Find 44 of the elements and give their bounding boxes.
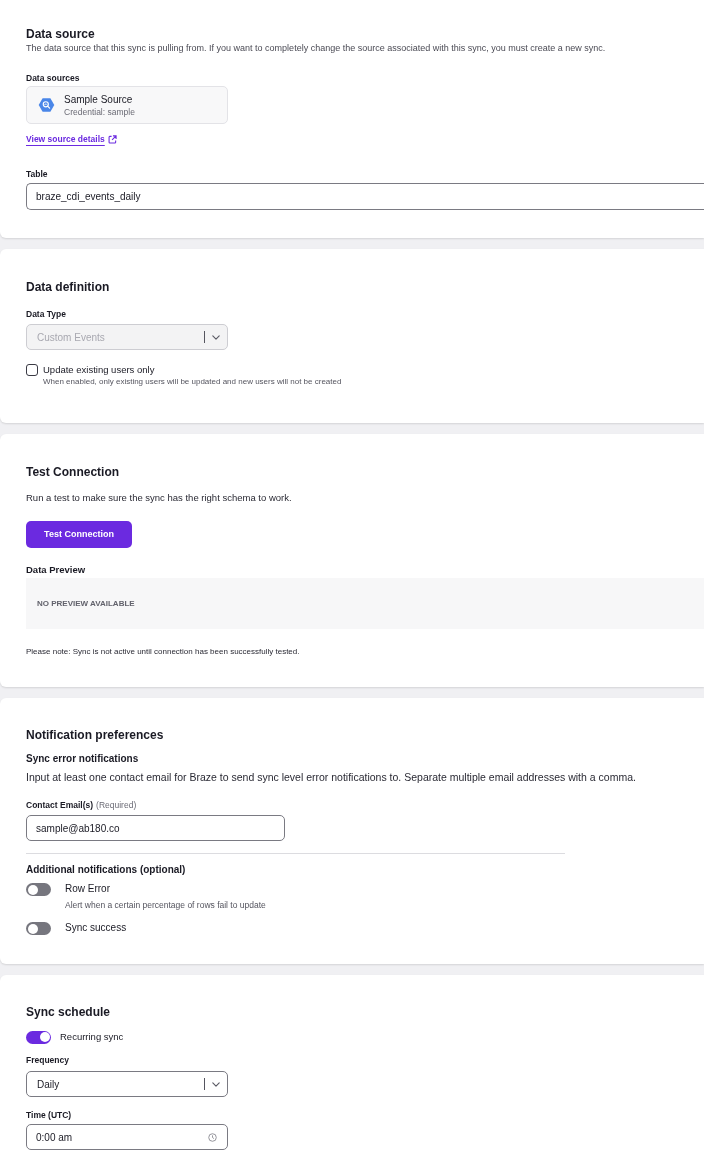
section-description: The data source that this sync is pulling from. If you want to completely change the source associated with this sync, you must create a new sync. xyxy=(26,42,606,54)
section-description: Run a test to make sure the sync has the right schema to work. xyxy=(26,492,292,504)
section-title: Data definition xyxy=(26,279,110,295)
toggle-hint: Alert when a certain percentage of rows fail to update xyxy=(65,900,266,911)
section-title: Data source xyxy=(26,26,95,42)
clock-icon xyxy=(208,1132,217,1142)
section-description: Input at least one contact email for Braze to send sync level error notifications to. Separate multiple email addresses with a comma. xyxy=(26,771,636,783)
subsection-title: Additional notifications (optional) xyxy=(26,863,186,877)
checkbox-hint: When enabled, only existing users will be updated and new users will not be created xyxy=(43,376,342,387)
empty-preview-message: NO PREVIEW AVAILABLE xyxy=(37,597,135,610)
time-field[interactable]: 0:00 am xyxy=(26,1124,228,1150)
field-label: Table xyxy=(26,168,48,180)
section-title: Sync schedule xyxy=(26,1004,111,1020)
field-label: Contact Email(s) xyxy=(26,799,94,811)
toggle-label: Sync success xyxy=(65,922,127,934)
email-field[interactable]: sample@ab180.co xyxy=(26,815,285,841)
field-label: Data sources xyxy=(26,72,80,84)
test-connection-button[interactable]: Test Connection xyxy=(26,521,132,548)
toggle-switch[interactable] xyxy=(26,922,51,935)
section-title: Notification preferences xyxy=(26,727,164,743)
checkbox-label: Update existing users only xyxy=(43,364,156,376)
chevron-down-icon xyxy=(212,334,220,340)
toggle-switch[interactable] xyxy=(26,883,51,896)
source-name: Sample Source xyxy=(64,92,134,106)
field-label: Data Preview xyxy=(26,564,86,576)
chevron-down-icon xyxy=(212,1081,220,1087)
toggle-switch[interactable] xyxy=(26,1030,51,1044)
required-note: (Required) xyxy=(96,799,137,811)
checkbox[interactable] xyxy=(26,364,38,376)
dropdown-select: Custom Events xyxy=(26,324,228,350)
toggle-label: Recurring sync xyxy=(60,1030,124,1044)
external-link-icon xyxy=(107,134,117,144)
field-label: Frequency xyxy=(26,1054,69,1066)
subsection-title: Sync error notifications xyxy=(26,752,139,766)
dropdown-select[interactable]: Daily xyxy=(26,1071,228,1097)
view-source-details-link[interactable]: View source details xyxy=(26,133,117,145)
note-text: Please note: Sync is not active until connection has been successfully tested. xyxy=(26,646,300,658)
field-label: Data Type xyxy=(26,308,66,320)
hexagon-search-icon xyxy=(38,97,55,113)
field-label: Time (UTC) xyxy=(26,1109,72,1121)
table-field[interactable]: braze_cdi_events_daily xyxy=(26,183,704,210)
section-title: Test Connection xyxy=(26,464,120,480)
source-credential: Credential: sample xyxy=(64,105,135,118)
toggle-label: Row Error xyxy=(65,883,111,895)
